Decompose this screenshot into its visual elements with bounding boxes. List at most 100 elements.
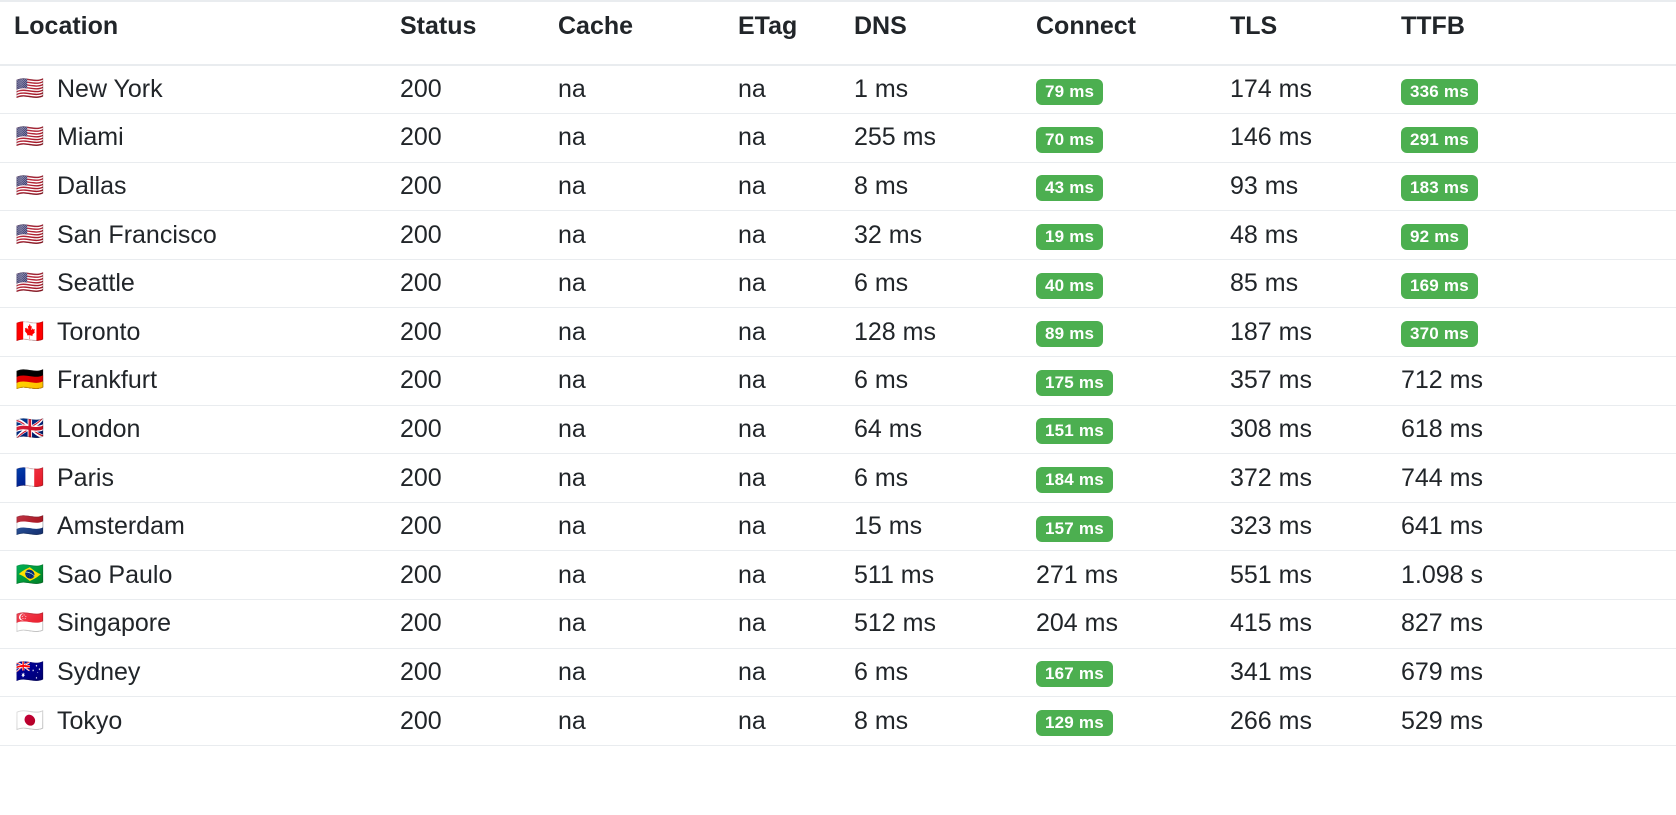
cell-tls: 93 ms <box>1218 162 1393 212</box>
cell-location: 🇩🇪 Frankfurt <box>0 356 388 406</box>
table-row[interactable]: 🇧🇷 Sao Paulo 200 na na 511 ms 271 ms 551 ms 1.09… <box>0 550 1676 601</box>
column-header-tls[interactable]: TLS <box>1218 0 1393 66</box>
dns-value: 6 ms <box>854 463 909 492</box>
table-row[interactable]: 🇺🇸 Seattle 200 na na 6 ms 40 ms 85 ms 169 ms <box>0 259 1676 309</box>
location-cell-content: 🇺🇸 Seattle <box>14 269 388 298</box>
cell-cache: na <box>548 259 738 309</box>
status-value: 200 <box>400 123 442 152</box>
etag-value: na <box>738 609 766 638</box>
cache-value: na <box>558 123 586 152</box>
cell-tls: 341 ms <box>1218 648 1393 698</box>
cell-tls: 174 ms <box>1218 65 1393 115</box>
cell-cache: na <box>548 405 738 455</box>
cache-value: na <box>558 463 586 492</box>
status-value: 200 <box>400 75 442 104</box>
table-row[interactable]: 🇺🇸 Dallas 200 na na 8 ms 43 ms 93 ms 183 ms <box>0 162 1676 212</box>
etag-value: na <box>738 220 766 249</box>
cell-cache: na <box>548 648 738 698</box>
location-name: London <box>57 414 141 443</box>
ttfb-value: 744 ms <box>1401 463 1483 492</box>
cell-dns: 6 ms <box>848 648 1018 698</box>
cell-dns: 128 ms <box>848 307 1018 358</box>
table-header-row: Location Status Cache ETag DNS Connect T… <box>0 0 1676 66</box>
cell-connect: 151 ms <box>1018 405 1218 455</box>
cell-status: 200 <box>388 113 548 163</box>
column-header-ttfb[interactable]: TTFB <box>1393 0 1676 66</box>
table-row[interactable]: 🇦🇺 Sydney 200 na na 6 ms 167 ms 341 ms 679 ms <box>0 648 1676 698</box>
ttfb-value: 827 ms <box>1401 609 1483 638</box>
table-row[interactable]: 🇳🇱 Amsterdam 200 na na 15 ms 157 ms 323 ms 641 m… <box>0 502 1676 552</box>
cell-status: 200 <box>388 356 548 406</box>
cell-dns: 6 ms <box>848 259 1018 309</box>
column-header-location[interactable]: Location <box>0 0 388 66</box>
location-cell-content: 🇺🇸 New York <box>14 75 388 104</box>
cell-ttfb: 744 ms <box>1393 453 1676 503</box>
table-row[interactable]: 🇩🇪 Frankfurt 200 na na 6 ms 175 ms 357 ms 712 ms <box>0 356 1676 406</box>
tls-value: 551 ms <box>1230 560 1312 589</box>
cell-dns: 32 ms <box>848 210 1018 260</box>
tls-value: 357 ms <box>1230 366 1312 395</box>
cell-etag: na <box>738 696 848 746</box>
table-row[interactable]: 🇺🇸 San Francisco 200 na na 32 ms 19 ms 48 ms 92 … <box>0 210 1676 260</box>
cell-status: 200 <box>388 502 548 552</box>
cell-tls: 146 ms <box>1218 113 1393 163</box>
ttfb-badge: 169 ms <box>1401 272 1478 299</box>
table-row[interactable]: 🇺🇸 Miami 200 na na 255 ms 70 ms 146 ms 291 ms <box>0 113 1676 163</box>
location-name: Paris <box>57 463 114 492</box>
cache-value: na <box>558 706 586 735</box>
table-row[interactable]: 🇫🇷 Paris 200 na na 6 ms 184 ms 372 ms 744 ms <box>0 453 1676 503</box>
ttfb-value: 679 ms <box>1401 657 1483 686</box>
cell-ttfb: 618 ms <box>1393 405 1676 455</box>
cell-cache: na <box>548 113 738 163</box>
table-row[interactable]: 🇯🇵 Tokyo 200 na na 8 ms 129 ms 266 ms 529 ms <box>0 696 1676 746</box>
column-header-etag[interactable]: ETag <box>738 0 848 66</box>
column-header-status[interactable]: Status <box>388 0 548 66</box>
status-value: 200 <box>400 171 442 200</box>
cell-location: 🇬🇧 London <box>0 405 388 455</box>
location-name: Amsterdam <box>57 512 185 541</box>
cell-ttfb: 92 ms <box>1393 210 1676 260</box>
connect-badge: 79 ms <box>1036 78 1104 105</box>
table-row[interactable]: 🇸🇬 Singapore 200 na na 512 ms 204 ms 415 ms 827 … <box>0 599 1676 649</box>
table-row[interactable]: 🇨🇦 Toronto 200 na na 128 ms 89 ms 187 ms 370 ms <box>0 307 1676 358</box>
cache-value: na <box>558 317 586 346</box>
tls-value: 48 ms <box>1230 220 1299 249</box>
cache-value: na <box>558 269 586 298</box>
ttfb-value: 641 ms <box>1401 512 1483 541</box>
cell-etag: na <box>738 648 848 698</box>
cell-connect: 157 ms <box>1018 502 1218 552</box>
cell-etag: na <box>738 162 848 212</box>
dns-value: 8 ms <box>854 171 909 200</box>
column-header-cache[interactable]: Cache <box>548 0 738 66</box>
tls-value: 341 ms <box>1230 657 1312 686</box>
status-value: 200 <box>400 512 442 541</box>
cache-value: na <box>558 220 586 249</box>
flag-au-icon: 🇦🇺 <box>15 658 45 685</box>
ttfb-value: 712 ms <box>1401 366 1483 395</box>
ttfb-value: 1.098 s <box>1401 560 1484 589</box>
etag-value: na <box>738 171 766 200</box>
table-row[interactable]: 🇬🇧 London 200 na na 64 ms 151 ms 308 ms 618 ms <box>0 405 1676 455</box>
cache-value: na <box>558 414 586 443</box>
location-cell-content: 🇧🇷 Sao Paulo <box>14 561 388 590</box>
table-body: 🇺🇸 New York 200 na na 1 ms 79 ms 174 ms 336 ms 🇺🇸… <box>0 65 1676 746</box>
column-header-connect[interactable]: Connect <box>1018 0 1218 66</box>
connect-badge: 157 ms <box>1036 515 1113 542</box>
cell-etag: na <box>738 453 848 503</box>
cache-value: na <box>558 366 586 395</box>
connect-badge: 175 ms <box>1036 369 1113 396</box>
location-cell-content: 🇳🇱 Amsterdam <box>14 512 388 541</box>
tls-value: 85 ms <box>1230 269 1299 298</box>
etag-value: na <box>738 366 766 395</box>
column-header-dns[interactable]: DNS <box>848 0 1018 66</box>
connect-value: 204 ms <box>1036 609 1118 638</box>
location-name: Sao Paulo <box>57 560 173 589</box>
cell-etag: na <box>738 259 848 309</box>
table-row[interactable]: 🇺🇸 New York 200 na na 1 ms 79 ms 174 ms 336 ms <box>0 65 1676 115</box>
connect-badge: 40 ms <box>1036 272 1104 299</box>
tls-value: 372 ms <box>1230 463 1312 492</box>
location-name: Dallas <box>57 171 127 200</box>
cell-connect: 175 ms <box>1018 356 1218 406</box>
cell-status: 200 <box>388 648 548 698</box>
dns-value: 6 ms <box>854 366 909 395</box>
